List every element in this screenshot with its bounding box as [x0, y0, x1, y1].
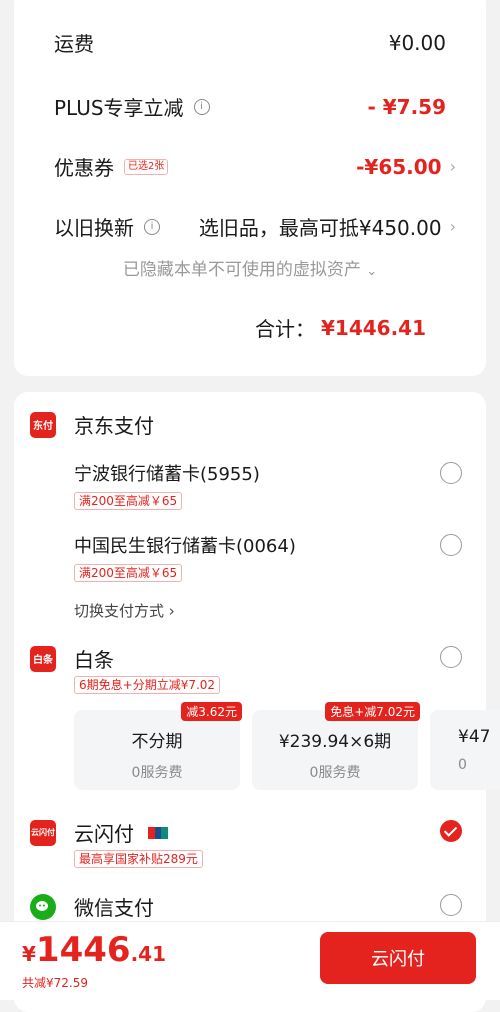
bank-card-option[interactable]: 中国民生银行储蓄卡(0064) 满200至高减￥65: [74, 532, 470, 582]
jd-pay-icon: 东付: [30, 411, 56, 438]
payable-amount: ¥1446.41: [22, 930, 166, 970]
plan-fee: 0: [458, 757, 467, 773]
shipping-label: 运费: [54, 32, 94, 56]
plus-discount-row: PLUS专享立减 i - ¥7.59: [54, 92, 446, 121]
bank-card-promo: 满200至高减￥65: [74, 492, 183, 510]
wechat-pay-title: 微信支付: [74, 896, 154, 920]
order-summary-card: 运费 ¥0.00 PLUS专享立减 i - ¥7.59 优惠券 已选2张 -¥6…: [14, 0, 486, 376]
info-icon[interactable]: i: [144, 218, 160, 235]
unionpay-title: 云闪付: [74, 822, 134, 846]
pay-button[interactable]: 云闪付: [320, 932, 476, 984]
total-label: 合计：: [254, 317, 315, 341]
chevron-down-icon: ⌄: [366, 264, 378, 279]
unionpay-logo-icon: [148, 826, 169, 839]
tradein-value: 选旧品，最高可抵¥450.00: [198, 216, 442, 240]
plus-discount-value: - ¥7.59: [367, 94, 446, 119]
baitiao-radio[interactable]: [440, 646, 462, 668]
tradein-label: 以旧换新: [54, 216, 134, 240]
plan-fee: 0服务费: [309, 765, 361, 781]
total-row: 合计： ¥1446.41: [255, 313, 426, 342]
coupon-badge: 已选2张: [124, 158, 169, 175]
plan-title: 不分期: [131, 732, 183, 752]
baitiao-method[interactable]: 白条 白条: [30, 644, 470, 673]
wechat-pay-radio[interactable]: [440, 894, 462, 916]
tradein-row[interactable]: 以旧换新 i 选旧品，最高可抵¥450.00 ›: [54, 212, 456, 241]
plan-tag: 免息+减7.02元: [325, 702, 420, 721]
chevron-right-icon: ›: [449, 157, 456, 176]
bank-card-name: 中国民生银行储蓄卡(0064): [74, 536, 296, 557]
info-icon[interactable]: i: [193, 98, 210, 115]
plan-tag: 减3.62元: [181, 702, 242, 721]
jd-pay-title: 京东支付: [74, 414, 154, 438]
unionpay-promo: 最高享国家补贴289元: [74, 850, 203, 868]
unionpay-radio[interactable]: [440, 820, 462, 842]
hidden-assets-note[interactable]: 已隐藏本单不可使用的虚拟资产 ⌄: [14, 255, 486, 280]
chevron-right-icon: ›: [449, 217, 456, 236]
switch-payment-link[interactable]: 切换支付方式 ›: [74, 600, 175, 621]
bank-card-promo: 满200至高减￥65: [74, 564, 183, 582]
wechat-icon: [30, 893, 56, 920]
bank-card-radio[interactable]: [440, 534, 462, 556]
unionpay-icon: 云闪付: [30, 819, 56, 846]
installment-plan-card[interactable]: 减3.62元 不分期 0服务费: [74, 702, 242, 790]
shipping-value: ¥0.00: [388, 30, 446, 55]
coupon-label: 优惠券: [54, 156, 114, 180]
plan-title: ¥239.94×6期: [278, 732, 392, 752]
plus-discount-label: PLUS专享立减: [54, 96, 184, 120]
chevron-right-icon: ›: [168, 602, 175, 620]
bank-card-option[interactable]: 宁波银行储蓄卡(5955) 满200至高减￥65: [74, 460, 470, 510]
jd-pay-method[interactable]: 东付 京东支付: [30, 410, 470, 439]
unionpay-method[interactable]: 云闪付 云闪付: [30, 818, 470, 847]
coupon-value: -¥65.00: [356, 154, 442, 179]
installment-plan-card[interactable]: 免息+减7.02元 ¥239.94×6期 0服务费: [252, 702, 420, 790]
bank-card-radio[interactable]: [440, 462, 462, 484]
coupon-row[interactable]: 优惠券 已选2张 -¥65.00 ›: [54, 152, 456, 181]
plan-title: ¥47: [458, 727, 491, 747]
bank-card-name: 宁波银行储蓄卡(5955): [74, 464, 260, 485]
shipping-row: 运费 ¥0.00: [54, 28, 446, 57]
baitiao-title: 白条: [74, 648, 114, 672]
installment-plan-card[interactable]: ¥47 0: [430, 710, 500, 790]
baitiao-icon: 白条: [30, 645, 56, 672]
baitiao-promo: 6期免息+分期立减¥7.02: [74, 676, 221, 694]
plan-fee: 0服务费: [131, 765, 183, 781]
total-saving: 共减¥72.59: [22, 976, 88, 990]
wechat-pay-method[interactable]: 微信支付: [30, 892, 470, 921]
checkout-bar: ¥1446.41 共减¥72.59 云闪付: [0, 921, 500, 1000]
total-value: ¥1446.41: [320, 315, 426, 340]
